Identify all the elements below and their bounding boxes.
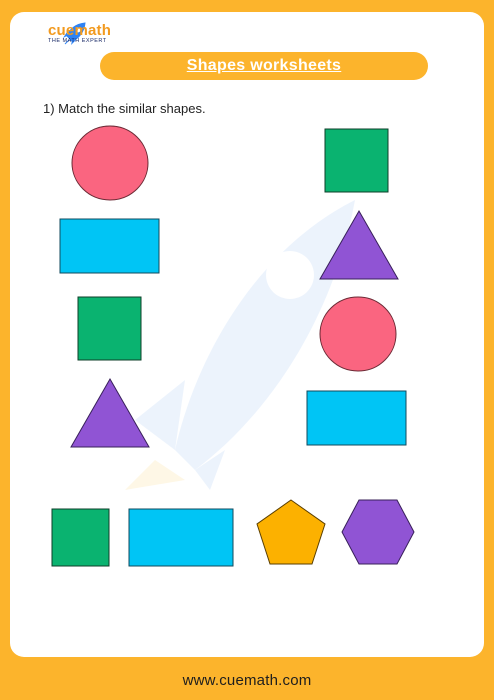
left-triangle-shape (70, 377, 150, 448)
bottom-square-shape (51, 508, 110, 567)
left-rectangle-shape (59, 218, 160, 274)
title-banner: Shapes worksheets (100, 52, 428, 80)
question-text: 1) Match the similar shapes. (43, 101, 206, 116)
right-rectangle-shape (306, 390, 407, 446)
page-title: Shapes worksheets (186, 57, 342, 74)
bottom-pentagon-shape (256, 499, 326, 565)
right-circle-shape (319, 296, 397, 372)
bottom-rectangle-shape (128, 508, 234, 567)
footer-url[interactable]: www.cuemath.com (183, 672, 312, 689)
bottom-hexagon-shape (341, 499, 415, 565)
faint-separator (42, 452, 312, 466)
brand-tagline: THE MATH EXPERT (48, 38, 107, 44)
left-square-shape (77, 296, 142, 361)
brand-name: cuemath (48, 22, 112, 39)
footer: www.cuemath.com (0, 665, 494, 695)
right-square-shape (324, 128, 389, 193)
left-circle-shape (71, 125, 149, 201)
right-triangle-shape (319, 209, 399, 280)
